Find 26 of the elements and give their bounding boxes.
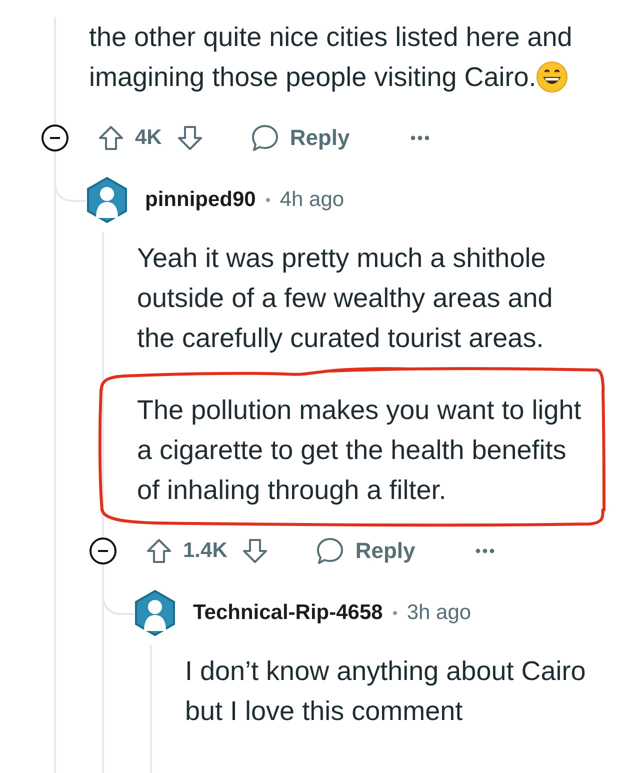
- comment-text: Yeah it was pretty much a shithole outside of a few wealthy areas and the carefully curated tourist areas.: [137, 243, 553, 353]
- username[interactable]: Technical-Rip-4658: [193, 601, 383, 625]
- comment-bubble-icon: [315, 536, 346, 566]
- upvote-icon[interactable]: [145, 537, 173, 565]
- user-avatar[interactable]: [85, 176, 129, 224]
- collapse-icon[interactable]: [41, 124, 69, 152]
- upvote-icon[interactable]: [97, 124, 125, 152]
- reply-button[interactable]: Reply: [309, 532, 422, 570]
- timestamp: 3h ago: [406, 601, 472, 625]
- separator-dot: [266, 198, 270, 202]
- downvote-icon[interactable]: [241, 537, 270, 565]
- user-avatar[interactable]: [133, 589, 177, 637]
- vote-count: 1.4K: [183, 539, 228, 563]
- comment-text: I don’t know anything about Cairo but I love this comment: [185, 656, 586, 726]
- vote-count: 4K: [135, 126, 162, 150]
- reply-button[interactable]: Reply: [244, 119, 356, 157]
- comment-bubble-icon: [250, 123, 280, 153]
- more-options-icon[interactable]: [410, 135, 430, 141]
- username[interactable]: pinniped90: [145, 188, 256, 212]
- comment-text: the other quite nice cities listed here and imagining those people visiting Cairo.: [89, 22, 572, 92]
- more-options-icon[interactable]: [475, 548, 496, 554]
- downvote-icon[interactable]: [176, 124, 204, 152]
- comment-text: The pollution makes you want to light a cigarette to get the health benefits of inhaling through a filter.: [137, 395, 582, 505]
- separator-dot: [392, 611, 397, 615]
- timestamp: 4h ago: [280, 188, 344, 212]
- collapse-icon[interactable]: [89, 537, 117, 565]
